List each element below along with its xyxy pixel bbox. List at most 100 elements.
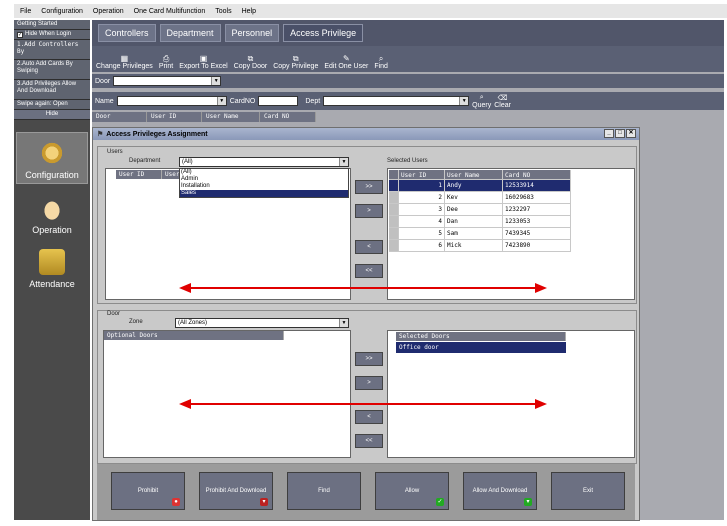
export-excel-button[interactable]: ▣ Export To Excel (179, 54, 228, 70)
minimize-icon[interactable]: _ (604, 129, 614, 138)
zone-label: Zone (129, 319, 143, 325)
nav-operation[interactable]: Operation (16, 186, 88, 238)
table-row[interactable]: 3 Dee 1232297 (389, 204, 571, 216)
tab-department[interactable]: Department (159, 24, 221, 42)
department-select[interactable]: (All) ▼ (179, 157, 349, 167)
col-user-name[interactable]: User Name (202, 112, 260, 122)
cardno-label: CardNO (229, 97, 256, 105)
find-doors-button[interactable]: Find (287, 472, 361, 510)
remove-user-button[interactable]: < (355, 240, 383, 254)
grid-icon: ▦ (120, 54, 129, 63)
table-row[interactable]: 1 Andy 12533914 (389, 180, 571, 192)
table-row[interactable]: 4 Dan 1233053 (389, 216, 571, 228)
stop-icon: ● (172, 498, 180, 506)
col-door[interactable]: Door (92, 112, 147, 122)
door-label: Door (95, 77, 111, 85)
dept-select[interactable]: ▼ (323, 96, 470, 106)
table-row[interactable]: 5 Sam 7439345 (389, 228, 571, 240)
tab-controllers[interactable]: Controllers (98, 24, 156, 42)
step-add-controllers[interactable]: 1.Add Controllers By (14, 40, 90, 60)
tab-personnel[interactable]: Personnel (224, 24, 280, 42)
menu-one-card[interactable]: One Card Multifunction (134, 8, 206, 15)
tab-row: Controllers Department Personnel Access … (92, 20, 724, 46)
add-door-button[interactable]: > (355, 376, 383, 390)
dept-option-all[interactable]: (All) (180, 169, 348, 176)
list-item[interactable]: Office door (396, 342, 566, 353)
chevron-down-icon: ▼ (211, 77, 221, 85)
selected-users-list[interactable]: User ID User Name Card NO 1 Andy 1253391… (387, 168, 635, 300)
hide-when-login-checkbox[interactable]: ✓ Hide When Login (14, 30, 90, 40)
allow-and-download-button[interactable]: Allow And Download ▾ (463, 472, 537, 510)
menu-operation[interactable]: Operation (93, 8, 124, 15)
left-panel: Getting Started ✓ Hide When Login 1.Add … (14, 20, 90, 520)
clear-button[interactable]: ⌫ Clear (494, 94, 511, 109)
dept-option-sales[interactable]: Sales (180, 190, 348, 197)
getting-started-label: Getting Started (14, 20, 90, 30)
zone-select[interactable]: (All Zones) ▼ (175, 318, 349, 328)
add-all-doors-button[interactable]: >> (355, 352, 383, 366)
col-card-no[interactable]: Card NO (503, 170, 571, 179)
copy-door-button[interactable]: ⧉ Copy Door (234, 54, 267, 70)
checkmark-icon: ✓ (436, 498, 444, 506)
clear-icon: ⌫ (497, 94, 508, 102)
checkmark-icon: ✓ (17, 31, 23, 38)
step-add-privileges[interactable]: 3.Add Privileges Allow And Download (14, 80, 90, 100)
selected-doors-list[interactable]: Selected Doors Office door (387, 330, 635, 458)
prohibit-button[interactable]: Prohibit ● (111, 472, 185, 510)
table-row[interactable]: 6 Mick 7423890 (389, 240, 571, 252)
filter-row: Name ▼ CardNO Dept ▼ ⌕ Query ⌫ Clear (92, 92, 724, 110)
download-icon: ▾ (260, 498, 268, 506)
hide-button[interactable]: Hide (14, 110, 90, 120)
add-all-users-button[interactable]: >> (355, 180, 383, 194)
search-icon: ⌕ (378, 54, 384, 63)
col-user-id[interactable]: User ID (399, 170, 445, 179)
col-user-id[interactable]: User ID (116, 170, 162, 179)
optional-doors-list[interactable]: Optional Doors (103, 330, 351, 458)
change-privileges-button[interactable]: ▦ Change Privileges (96, 54, 153, 70)
window-controls: _ □ ✕ (604, 129, 636, 138)
menu-help[interactable]: Help (242, 8, 256, 15)
selected-users-label: Selected Users (387, 158, 428, 164)
tab-access-privilege[interactable]: Access Privilege (283, 24, 364, 42)
col-user-name[interactable]: User Name (445, 170, 503, 179)
step-auto-add-cards[interactable]: 2.Auto Add Cards By Swiping (14, 60, 90, 80)
dialog-titlebar: ⚑ Access Privileges Assignment _ □ ✕ (93, 128, 639, 140)
col-selected-doors[interactable]: Selected Doors (396, 332, 566, 341)
maximize-icon[interactable]: □ (615, 129, 625, 138)
search-icon: ⌕ (479, 93, 484, 101)
col-card-no[interactable]: Card NO (260, 112, 316, 122)
chevron-down-icon: ▼ (339, 319, 348, 327)
dept-label: Dept (305, 97, 321, 105)
nav-attendance[interactable]: Attendance (16, 240, 88, 292)
close-icon[interactable]: ✕ (626, 129, 636, 138)
door-select[interactable]: ▼ (113, 76, 222, 86)
selected-users-grid: User ID User Name Card NO 1 Andy 1253391… (389, 170, 571, 252)
app-icon: ⚑ (97, 131, 104, 138)
dept-option-admin[interactable]: Admin (180, 176, 348, 183)
add-user-button[interactable]: > (355, 204, 383, 218)
menubar: File Configuration Operation One Card Mu… (14, 4, 727, 18)
menu-configuration[interactable]: Configuration (41, 8, 83, 15)
edit-one-user-button[interactable]: ✎ Edit One User (324, 54, 368, 70)
dept-option-installation[interactable]: Installation (180, 183, 348, 190)
nav-configuration[interactable]: Configuration (16, 132, 88, 184)
col-user-id[interactable]: User ID (147, 112, 202, 122)
step-swipe-again[interactable]: Swipe again: Open (14, 100, 90, 110)
hand-icon (39, 195, 65, 221)
remove-door-button[interactable]: < (355, 410, 383, 424)
print-button[interactable]: ⎙ Print (159, 54, 173, 70)
exit-button[interactable]: Exit (551, 472, 625, 510)
find-button[interactable]: ⌕ Find (374, 54, 388, 70)
col-optional-doors[interactable]: Optional Doors (104, 331, 284, 340)
allow-button[interactable]: Allow ✓ (375, 472, 449, 510)
remove-all-doors-button[interactable]: << (355, 434, 383, 448)
name-input[interactable]: ▼ (116, 96, 227, 106)
cardno-input[interactable] (258, 96, 299, 106)
remove-all-users-button[interactable]: << (355, 264, 383, 278)
menu-file[interactable]: File (20, 8, 31, 15)
prohibit-and-download-button[interactable]: Prohibit And Download ▾ (199, 472, 273, 510)
copy-privilege-button[interactable]: ⧉ Copy Privilege (273, 54, 318, 70)
query-button[interactable]: ⌕ Query (472, 94, 491, 109)
table-row[interactable]: 2 Kev 16029683 (389, 192, 571, 204)
menu-tools[interactable]: Tools (215, 8, 231, 15)
